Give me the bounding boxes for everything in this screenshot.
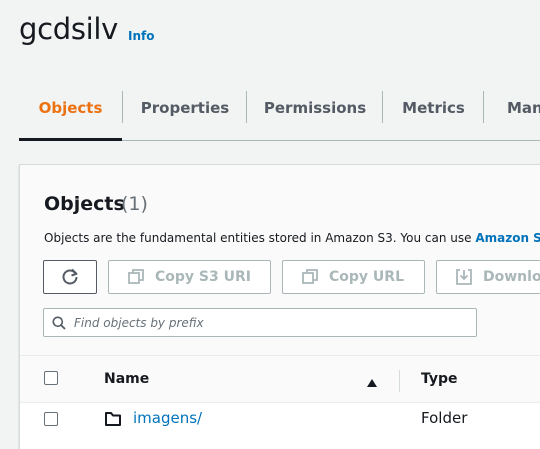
s3-bucket-page: gcdsilv Info Objects Properties Permissi… xyxy=(0,0,540,449)
copy-icon xyxy=(127,268,145,286)
column-header-name[interactable]: Name xyxy=(104,371,149,387)
column-header-type[interactable]: Type xyxy=(421,371,458,387)
tab-objects[interactable]: Objects xyxy=(19,78,122,141)
select-all-checkbox[interactable] xyxy=(44,371,58,385)
folder-icon xyxy=(104,411,122,427)
info-link[interactable]: Info xyxy=(128,29,154,43)
tab-permissions[interactable]: Permissions xyxy=(247,78,383,140)
search-icon xyxy=(52,316,66,330)
objects-heading: Objects xyxy=(44,193,125,215)
objects-panel-header: Objects (1) Objects are the fundamental … xyxy=(20,165,540,355)
copy-s3-uri-label: Copy S3 URI xyxy=(155,269,251,285)
copy-icon xyxy=(301,268,319,286)
refresh-icon xyxy=(60,267,80,287)
download-icon xyxy=(455,268,473,286)
copy-url-label: Copy URL xyxy=(329,269,404,285)
object-name-link[interactable]: imagens/ xyxy=(133,409,202,427)
bucket-title: gcdsilv xyxy=(19,12,119,46)
row-checkbox[interactable] xyxy=(44,412,58,426)
download-button[interactable]: Downlo xyxy=(436,260,540,294)
table-header: Name Type xyxy=(20,355,540,403)
search-input[interactable] xyxy=(74,315,454,330)
table-row[interactable]: imagens/ Folder xyxy=(20,403,540,437)
search-field[interactable] xyxy=(43,308,477,337)
objects-description-text: Objects are the fundamental entities sto… xyxy=(44,231,476,245)
column-divider[interactable] xyxy=(399,370,400,392)
refresh-button[interactable] xyxy=(43,260,97,294)
objects-panel: Objects (1) Objects are the fundamental … xyxy=(19,164,540,449)
tab-metrics[interactable]: Metrics xyxy=(383,78,484,140)
tab-properties[interactable]: Properties xyxy=(123,78,247,140)
sort-ascending-icon[interactable] xyxy=(366,374,378,387)
object-type: Folder xyxy=(421,409,468,427)
amazon-s3-link[interactable]: Amazon S xyxy=(475,231,540,245)
copy-s3-uri-button[interactable]: Copy S3 URI xyxy=(108,260,271,294)
objects-description: Objects are the fundamental entities sto… xyxy=(44,231,540,245)
tab-management[interactable]: Man xyxy=(507,78,540,140)
download-label: Downlo xyxy=(483,269,540,285)
objects-count: (1) xyxy=(121,193,148,215)
tab-bar: Objects Properties Permissions Metrics M… xyxy=(19,78,540,141)
copy-url-button[interactable]: Copy URL xyxy=(282,260,425,294)
tab-divider xyxy=(483,91,484,123)
